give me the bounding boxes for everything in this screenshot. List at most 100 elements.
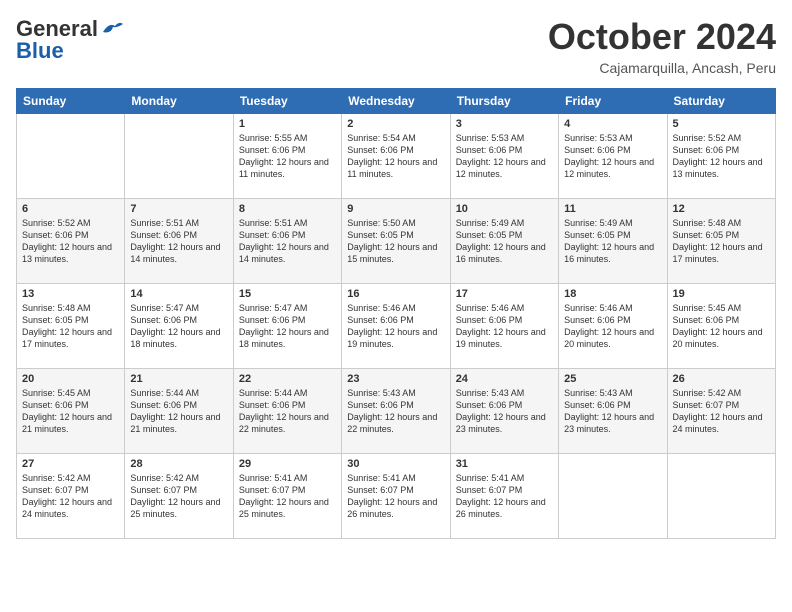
calendar-cell: 24Sunrise: 5:43 AM Sunset: 6:06 PM Dayli… <box>450 369 558 454</box>
day-number: 7 <box>130 203 227 215</box>
day-info: Sunrise: 5:44 AM Sunset: 6:06 PM Dayligh… <box>130 387 227 436</box>
day-number: 5 <box>673 118 770 130</box>
calendar-cell: 20Sunrise: 5:45 AM Sunset: 6:06 PM Dayli… <box>17 369 125 454</box>
day-info: Sunrise: 5:50 AM Sunset: 6:05 PM Dayligh… <box>347 217 444 266</box>
calendar-cell: 16 Sunrise: 5:46 AM Sunset: 6:06 PM Dayli… <box>342 284 450 369</box>
day-number: 9 <box>347 203 444 215</box>
title-block: October 2024 Cajamarquilla, Ancash, Peru <box>548 16 776 76</box>
day-number: 22 <box>239 373 336 385</box>
calendar-cell: 9 Sunrise: 5:50 AM Sunset: 6:05 PM Daylig… <box>342 199 450 284</box>
calendar-cell: 12 Sunrise: 5:48 AM Sunset: 6:05 PM Dayli… <box>667 199 775 284</box>
calendar-cell <box>667 454 775 539</box>
calendar-cell: 31 Sunrise: 5:41 AM Sunset: 6:07 PM Dayli… <box>450 454 558 539</box>
day-info: Sunrise: 5:43 AM Sunset: 6:06 PM Dayligh… <box>564 387 661 436</box>
day-number: 10 <box>456 203 553 215</box>
calendar-cell <box>559 454 667 539</box>
calendar-cell: 18 Sunrise: 5:46 AM Sunset: 6:06 PM Dayli… <box>559 284 667 369</box>
day-number: 16 <box>347 288 444 300</box>
day-number: 18 <box>564 288 661 300</box>
day-number: 30 <box>347 458 444 470</box>
day-number: 25 <box>564 373 661 385</box>
calendar-cell: 8 Sunrise: 5:51 AM Sunset: 6:06 PM Daylig… <box>233 199 341 284</box>
day-info: Sunrise: 5:46 AM Sunset: 6:06 PM Dayligh… <box>564 302 661 351</box>
days-header-row: SundayMondayTuesdayWednesdayThursdayFrid… <box>17 89 776 114</box>
day-info: Sunrise: 5:43 AM Sunset: 6:06 PM Dayligh… <box>347 387 444 436</box>
calendar-week-row: 6Sunrise: 5:52 AM Sunset: 6:06 PM Daylig… <box>17 199 776 284</box>
calendar-cell: 5 Sunrise: 5:52 AM Sunset: 6:06 PM Daylig… <box>667 114 775 199</box>
calendar-cell <box>17 114 125 199</box>
day-number: 23 <box>347 373 444 385</box>
day-info: Sunrise: 5:48 AM Sunset: 6:05 PM Dayligh… <box>22 302 119 351</box>
month-title: October 2024 <box>548 16 776 58</box>
day-number: 28 <box>130 458 227 470</box>
day-info: Sunrise: 5:41 AM Sunset: 6:07 PM Dayligh… <box>239 472 336 521</box>
calendar-cell: 27Sunrise: 5:42 AM Sunset: 6:07 PM Dayli… <box>17 454 125 539</box>
calendar-table: SundayMondayTuesdayWednesdayThursdayFrid… <box>16 88 776 539</box>
day-number: 2 <box>347 118 444 130</box>
calendar-week-row: 13Sunrise: 5:48 AM Sunset: 6:05 PM Dayli… <box>17 284 776 369</box>
calendar-week-row: 1 Sunrise: 5:55 AM Sunset: 6:06 PM Daylig… <box>17 114 776 199</box>
calendar-cell: 11 Sunrise: 5:49 AM Sunset: 6:05 PM Dayli… <box>559 199 667 284</box>
day-header-sunday: Sunday <box>17 89 125 114</box>
day-header-tuesday: Tuesday <box>233 89 341 114</box>
day-info: Sunrise: 5:46 AM Sunset: 6:06 PM Dayligh… <box>456 302 553 351</box>
logo: General Blue <box>16 16 123 64</box>
calendar-cell: 3 Sunrise: 5:53 AM Sunset: 6:06 PM Daylig… <box>450 114 558 199</box>
calendar-cell: 29 Sunrise: 5:41 AM Sunset: 6:07 PM Dayli… <box>233 454 341 539</box>
day-info: Sunrise: 5:47 AM Sunset: 6:06 PM Dayligh… <box>130 302 227 351</box>
calendar-cell: 17 Sunrise: 5:46 AM Sunset: 6:06 PM Dayli… <box>450 284 558 369</box>
day-info: Sunrise: 5:53 AM Sunset: 6:06 PM Dayligh… <box>456 132 553 181</box>
day-info: Sunrise: 5:42 AM Sunset: 6:07 PM Dayligh… <box>673 387 770 436</box>
logo-bird-icon <box>101 20 123 38</box>
day-header-saturday: Saturday <box>667 89 775 114</box>
day-info: Sunrise: 5:55 AM Sunset: 6:06 PM Dayligh… <box>239 132 336 181</box>
calendar-cell: 4Sunrise: 5:53 AM Sunset: 6:06 PM Daylig… <box>559 114 667 199</box>
day-number: 1 <box>239 118 336 130</box>
day-number: 3 <box>456 118 553 130</box>
day-info: Sunrise: 5:41 AM Sunset: 6:07 PM Dayligh… <box>347 472 444 521</box>
calendar-cell: 26 Sunrise: 5:42 AM Sunset: 6:07 PM Dayli… <box>667 369 775 454</box>
calendar-cell: 14 Sunrise: 5:47 AM Sunset: 6:06 PM Dayli… <box>125 284 233 369</box>
day-number: 29 <box>239 458 336 470</box>
day-number: 12 <box>673 203 770 215</box>
calendar-cell: 10 Sunrise: 5:49 AM Sunset: 6:05 PM Dayli… <box>450 199 558 284</box>
day-header-monday: Monday <box>125 89 233 114</box>
day-number: 19 <box>673 288 770 300</box>
day-number: 8 <box>239 203 336 215</box>
calendar-cell: 13Sunrise: 5:48 AM Sunset: 6:05 PM Dayli… <box>17 284 125 369</box>
day-info: Sunrise: 5:49 AM Sunset: 6:05 PM Dayligh… <box>564 217 661 266</box>
calendar-cell: 21 Sunrise: 5:44 AM Sunset: 6:06 PM Dayli… <box>125 369 233 454</box>
day-header-thursday: Thursday <box>450 89 558 114</box>
day-info: Sunrise: 5:49 AM Sunset: 6:05 PM Dayligh… <box>456 217 553 266</box>
day-info: Sunrise: 5:52 AM Sunset: 6:06 PM Dayligh… <box>673 132 770 181</box>
day-number: 27 <box>22 458 119 470</box>
logo-blue-text: Blue <box>16 38 64 64</box>
day-number: 11 <box>564 203 661 215</box>
calendar-cell: 6Sunrise: 5:52 AM Sunset: 6:06 PM Daylig… <box>17 199 125 284</box>
day-number: 6 <box>22 203 119 215</box>
day-number: 15 <box>239 288 336 300</box>
day-info: Sunrise: 5:44 AM Sunset: 6:06 PM Dayligh… <box>239 387 336 436</box>
day-number: 26 <box>673 373 770 385</box>
calendar-cell: 28Sunrise: 5:42 AM Sunset: 6:07 PM Dayli… <box>125 454 233 539</box>
calendar-week-row: 27Sunrise: 5:42 AM Sunset: 6:07 PM Dayli… <box>17 454 776 539</box>
day-info: Sunrise: 5:45 AM Sunset: 6:06 PM Dayligh… <box>673 302 770 351</box>
calendar-cell: 1 Sunrise: 5:55 AM Sunset: 6:06 PM Daylig… <box>233 114 341 199</box>
location-subtitle: Cajamarquilla, Ancash, Peru <box>548 60 776 76</box>
day-info: Sunrise: 5:41 AM Sunset: 6:07 PM Dayligh… <box>456 472 553 521</box>
day-number: 31 <box>456 458 553 470</box>
day-info: Sunrise: 5:43 AM Sunset: 6:06 PM Dayligh… <box>456 387 553 436</box>
day-info: Sunrise: 5:54 AM Sunset: 6:06 PM Dayligh… <box>347 132 444 181</box>
calendar-week-row: 20Sunrise: 5:45 AM Sunset: 6:06 PM Dayli… <box>17 369 776 454</box>
day-number: 14 <box>130 288 227 300</box>
day-info: Sunrise: 5:51 AM Sunset: 6:06 PM Dayligh… <box>130 217 227 266</box>
day-info: Sunrise: 5:51 AM Sunset: 6:06 PM Dayligh… <box>239 217 336 266</box>
day-info: Sunrise: 5:45 AM Sunset: 6:06 PM Dayligh… <box>22 387 119 436</box>
day-info: Sunrise: 5:48 AM Sunset: 6:05 PM Dayligh… <box>673 217 770 266</box>
day-number: 21 <box>130 373 227 385</box>
day-info: Sunrise: 5:46 AM Sunset: 6:06 PM Dayligh… <box>347 302 444 351</box>
calendar-cell: 22 Sunrise: 5:44 AM Sunset: 6:06 PM Dayli… <box>233 369 341 454</box>
day-header-wednesday: Wednesday <box>342 89 450 114</box>
day-number: 17 <box>456 288 553 300</box>
calendar-cell: 15Sunrise: 5:47 AM Sunset: 6:06 PM Dayli… <box>233 284 341 369</box>
